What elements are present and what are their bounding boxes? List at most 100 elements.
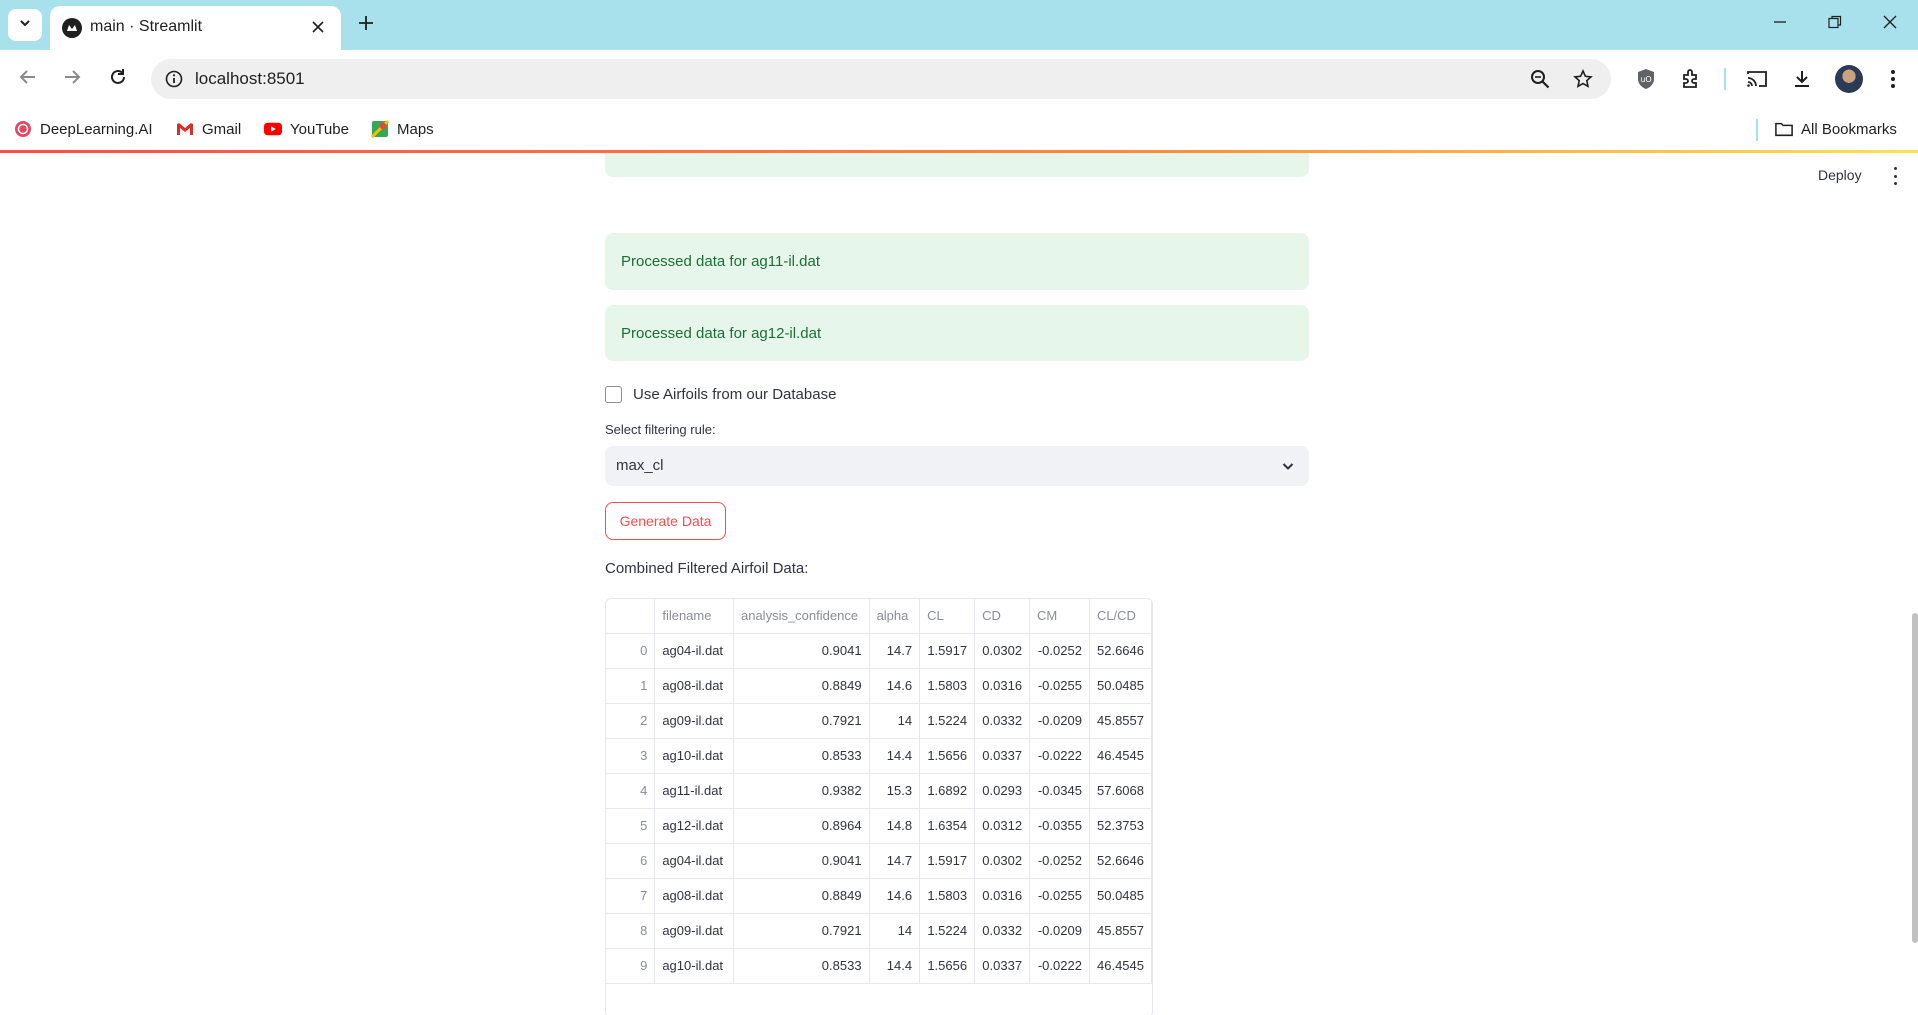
checkbox-box[interactable] [605, 385, 622, 403]
tab-search-button[interactable] [8, 9, 42, 41]
row-index[interactable]: 5 [606, 808, 656, 844]
active-tab[interactable]: main · Streamlit [50, 6, 341, 50]
column-header[interactable]: CL [919, 599, 976, 634]
new-tab-button[interactable] [352, 11, 380, 39]
table-cell[interactable]: ag10-il.dat [654, 738, 734, 774]
download-icon[interactable] [1788, 65, 1816, 93]
table-cell[interactable]: 0.0316 [974, 878, 1031, 914]
row-index[interactable]: 4 [606, 773, 656, 809]
table-cell[interactable]: 0.0332 [974, 913, 1031, 949]
cast-icon[interactable] [1743, 65, 1771, 93]
bookmark-youtube[interactable]: YouTube [264, 117, 349, 141]
table-cell[interactable]: 45.8557 [1089, 703, 1152, 739]
page-scrollbar[interactable] [1912, 613, 1918, 943]
table-cell[interactable]: 1.5803 [919, 878, 976, 914]
table-cell[interactable]: 0.0293 [974, 773, 1031, 809]
site-info-icon[interactable] [163, 68, 185, 90]
table-cell[interactable]: 1.5917 [919, 843, 976, 879]
table-row[interactable]: 4 ag11-il.dat 0.9382 15.3 1.6892 0.0293 -0.034… [606, 773, 1152, 809]
browser-menu-icon[interactable] [1879, 65, 1907, 93]
table-cell[interactable]: -0.0209 [1029, 703, 1090, 739]
row-index[interactable]: 7 [606, 878, 656, 914]
row-index[interactable]: 8 [606, 913, 656, 949]
bookmark-star-icon[interactable] [1571, 67, 1595, 91]
table-cell[interactable]: 0.8849 [733, 878, 870, 914]
table-cell[interactable]: 1.5917 [919, 633, 976, 669]
table-cell[interactable]: ag09-il.dat [654, 703, 734, 739]
table-cell[interactable]: 1.6354 [919, 808, 976, 844]
table-cell[interactable]: ag08-il.dat [654, 878, 734, 914]
generate-data-button[interactable]: Generate Data [605, 502, 726, 540]
deploy-button[interactable]: Deploy [1818, 167, 1862, 183]
table-cell[interactable]: 0.9041 [733, 633, 870, 669]
table-cell[interactable]: 0.9382 [733, 773, 870, 809]
table-row[interactable]: 6 ag04-il.dat 0.9041 14.7 1.5917 0.0302 -0.025… [606, 843, 1152, 879]
table-cell[interactable]: 50.0485 [1089, 878, 1152, 914]
app-menu-icon[interactable] [1888, 165, 1902, 187]
table-cell[interactable]: 0.8849 [733, 668, 870, 704]
row-index[interactable]: 2 [606, 703, 656, 739]
profile-avatar[interactable] [1835, 65, 1863, 93]
minimize-window-button[interactable] [1760, 8, 1800, 40]
table-cell[interactable]: -0.0209 [1029, 913, 1090, 949]
table-cell[interactable]: -0.0255 [1029, 878, 1090, 914]
table-cell[interactable]: 45.8557 [1089, 913, 1152, 949]
table-cell[interactable]: 1.6892 [919, 773, 976, 809]
table-cell[interactable]: 1.5803 [919, 668, 976, 704]
table-cell[interactable]: 0.0302 [974, 633, 1031, 669]
table-cell[interactable]: -0.0222 [1029, 948, 1090, 984]
back-button[interactable] [12, 63, 44, 95]
table-cell[interactable]: -0.0252 [1029, 843, 1090, 879]
row-index[interactable]: 6 [606, 843, 656, 879]
table-cell[interactable]: 0.0316 [974, 668, 1031, 704]
airfoil-dataframe[interactable]: filename analysis_confidence alpha CL CD… [605, 598, 1153, 1015]
table-cell[interactable]: 0.7921 [733, 913, 870, 949]
bookmark-maps[interactable]: Maps [371, 117, 434, 141]
table-cell[interactable]: 0.7921 [733, 703, 870, 739]
row-index[interactable]: 1 [606, 668, 656, 704]
table-cell[interactable]: 14 [869, 913, 921, 949]
table-cell[interactable]: 14.4 [869, 738, 921, 774]
table-cell[interactable]: 0.0332 [974, 703, 1031, 739]
table-cell[interactable]: 0.0337 [974, 948, 1031, 984]
table-cell[interactable]: -0.0355 [1029, 808, 1090, 844]
table-cell[interactable]: -0.0255 [1029, 668, 1090, 704]
table-cell[interactable]: 0.8533 [733, 738, 870, 774]
table-cell[interactable]: 1.5224 [919, 913, 976, 949]
table-cell[interactable]: 14.6 [869, 878, 921, 914]
close-window-button[interactable] [1870, 8, 1910, 40]
address-bar[interactable]: localhost:8501 [151, 59, 1611, 99]
table-cell[interactable]: ag08-il.dat [654, 668, 734, 704]
column-header[interactable]: alpha [869, 599, 921, 634]
column-header[interactable]: filename [654, 599, 734, 634]
table-row[interactable]: 3 ag10-il.dat 0.8533 14.4 1.5656 0.0337 -0.022… [606, 738, 1152, 774]
table-row[interactable]: 0 ag04-il.dat 0.9041 14.7 1.5917 0.0302 -0.025… [606, 633, 1152, 669]
table-cell[interactable]: ag11-il.dat [654, 773, 734, 809]
column-header[interactable]: CM [1029, 599, 1090, 634]
table-cell[interactable]: 0.8533 [733, 948, 870, 984]
table-cell[interactable]: 1.5656 [919, 738, 976, 774]
table-cell[interactable]: 14.6 [869, 668, 921, 704]
forward-button[interactable] [56, 63, 88, 95]
table-cell[interactable]: 0.0337 [974, 738, 1031, 774]
table-row[interactable]: 7 ag08-il.dat 0.8849 14.6 1.5803 0.0316 -0.025… [606, 878, 1152, 914]
restore-window-button[interactable] [1815, 8, 1855, 40]
close-tab-icon[interactable] [307, 16, 329, 38]
table-cell[interactable]: 0.9041 [733, 843, 870, 879]
table-cell[interactable]: -0.0345 [1029, 773, 1090, 809]
table-cell[interactable]: 50.0485 [1089, 668, 1152, 704]
bookmark-deeplearning[interactable]: DeepLearning.AI [14, 117, 153, 141]
table-row[interactable]: 2 ag09-il.dat 0.7921 14 1.5224 0.0332 -0.0209 4… [606, 703, 1152, 739]
column-header[interactable] [606, 599, 656, 634]
reload-button[interactable] [102, 63, 134, 95]
use-database-checkbox[interactable]: Use Airfoils from our Database [605, 381, 836, 407]
extensions-icon[interactable] [1677, 65, 1705, 93]
table-cell[interactable]: ag04-il.dat [654, 633, 734, 669]
table-cell[interactable]: 14.8 [869, 808, 921, 844]
row-index[interactable]: 9 [606, 948, 656, 984]
table-row[interactable]: 1 ag08-il.dat 0.8849 14.6 1.5803 0.0316 -0.025… [606, 668, 1152, 704]
table-cell[interactable]: 46.4545 [1089, 738, 1152, 774]
table-cell[interactable]: 1.5224 [919, 703, 976, 739]
table-cell[interactable]: 14.7 [869, 633, 921, 669]
table-cell[interactable]: 52.3753 [1089, 808, 1152, 844]
